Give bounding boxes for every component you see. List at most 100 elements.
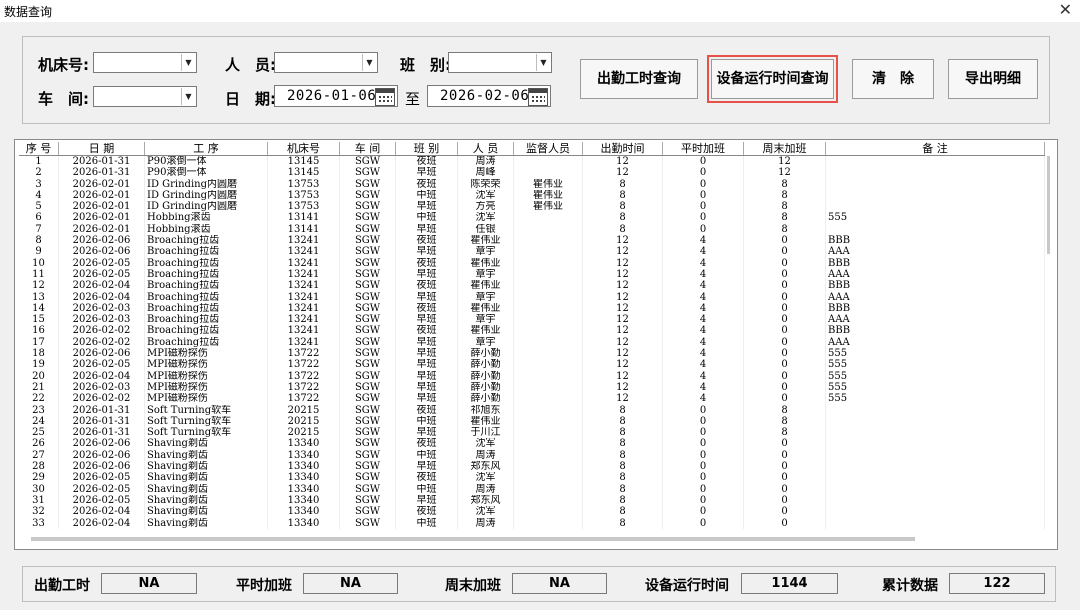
calendar-icon[interactable] (528, 88, 548, 106)
table-row[interactable]: 2 2026-01-31 P90滚倒一体 13145 SGW 早班 周峰 12 0 12 (19, 167, 1045, 179)
chevron-down-icon[interactable]: ▼ (181, 88, 195, 105)
column-header[interactable]: 车 间 (340, 142, 396, 155)
column-header[interactable]: 平时加班 (663, 142, 744, 155)
table-row[interactable]: 5 2026-02-01 ID Grinding内圆磨 13753 SGW 早班 方亮 瞿伟业… (19, 201, 1045, 213)
table-cell: 12 (583, 348, 663, 360)
table-cell: Broaching拉齿 (145, 257, 268, 269)
table-row[interactable]: 8 2026-02-06 Broaching拉齿 13241 SGW 夜班 瞿伟业 12 4 0 B… (19, 235, 1045, 247)
table-row[interactable]: 27 2026-02-06 Shaving剃齿 13340 SGW 中班 周涛 8 0 0 (19, 449, 1045, 462)
table-cell: 13241 (268, 246, 340, 258)
vertical-scrollbar[interactable] (1045, 154, 1053, 534)
table-row[interactable]: 29 2026-02-05 Shaving剃齿 13340 SGW 夜班 沈军 8 0 0 (19, 472, 1045, 484)
column-header[interactable]: 序 号 (19, 142, 59, 155)
table-cell: MPI磁粉探伤 (145, 393, 268, 405)
table-cell: Shaving剃齿 (145, 438, 268, 450)
column-header[interactable]: 班 别 (396, 142, 458, 155)
attendance-query-button[interactable]: 出勤工时查询 (580, 59, 698, 99)
table-row[interactable]: 14 2026-02-03 Broaching拉齿 13241 SGW 夜班 瞿伟业 12 4 0… (19, 302, 1045, 315)
chevron-down-icon[interactable]: ▼ (536, 54, 550, 71)
table-row[interactable]: 33 2026-02-04 Shaving剃齿 13340 SGW 中班 周涛 8 0 0 (19, 517, 1045, 529)
table-cell: 13241 (268, 268, 340, 281)
table-cell: 8 (583, 494, 663, 507)
table-row[interactable]: 13 2026-02-04 Broaching拉齿 13241 SGW 早班 章宇 12 4 0 A… (19, 291, 1045, 303)
table-row[interactable]: 10 2026-02-05 Broaching拉齿 13241 SGW 夜班 瞿伟业 12 4 0… (19, 257, 1045, 269)
table-cell: 0 (744, 472, 826, 484)
table-cell: 0 (744, 336, 826, 349)
column-header[interactable]: 机床号 (268, 142, 340, 155)
table-cell (826, 156, 1045, 168)
column-header[interactable]: 出勤时间 (583, 142, 663, 155)
table-cell: 3 (19, 178, 59, 190)
chevron-down-icon[interactable]: ▼ (181, 54, 195, 71)
chevron-down-icon[interactable]: ▼ (362, 54, 376, 71)
table-row[interactable]: 25 2026-01-31 Soft Turning软车 20215 SGW 早班 于川江 8… (19, 427, 1045, 439)
table-cell: 12 (583, 336, 663, 349)
table-row[interactable]: 31 2026-02-05 Shaving剃齿 13340 SGW 早班 郑东风 8 0 0 (19, 494, 1045, 507)
calendar-icon[interactable] (375, 88, 395, 106)
shift-select[interactable]: ▼ (448, 52, 552, 73)
table-cell (514, 506, 583, 518)
column-header[interactable]: 监督人员 (514, 142, 583, 155)
table-cell: 2026-02-05 (59, 359, 145, 371)
table-cell: 0 (744, 370, 826, 382)
table-cell: MPI磁粉探伤 (145, 359, 268, 371)
table-row[interactable]: 16 2026-02-02 Broaching拉齿 13241 SGW 夜班 瞿伟业 12 4 0… (19, 325, 1045, 337)
table-cell: 2026-02-05 (59, 257, 145, 269)
table-row[interactable]: 1 2026-01-31 P90滚倒一体 13145 SGW 夜班 周涛 12 0 12 (19, 156, 1045, 168)
table-cell: 沈军 (458, 189, 514, 202)
table-cell (826, 223, 1045, 236)
table-row[interactable]: 15 2026-02-03 Broaching拉齿 13241 SGW 早班 章宇 12 4 0 A… (19, 314, 1045, 326)
table-row[interactable]: 4 2026-02-01 ID Grinding内圆磨 13753 SGW 中班 沈军 瞿伟业… (19, 189, 1045, 202)
table-cell: 周涛 (458, 449, 514, 462)
table-cell: SGW (340, 314, 396, 326)
column-header[interactable]: 备 注 (826, 142, 1045, 155)
column-header[interactable]: 工 序 (145, 142, 268, 155)
table-row[interactable]: 18 2026-02-06 MPI磁粉探伤 13722 SGW 早班 薛小勤 12 4 0 555 (19, 348, 1045, 360)
table-cell: 13722 (268, 370, 340, 382)
table-row[interactable]: 24 2026-01-31 Soft Turning软车 20215 SGW 中班 瞿伟业 8… (19, 415, 1045, 428)
table-cell: 夜班 (396, 325, 458, 337)
table-row[interactable]: 22 2026-02-02 MPI磁粉探伤 13722 SGW 早班 薛小勤 12 4 0 555 (19, 393, 1045, 405)
table-row[interactable]: 23 2026-01-31 Soft Turning软车 20215 SGW 夜班 祁旭东 8… (19, 404, 1045, 416)
table-cell: 8 (583, 404, 663, 416)
table-cell: 郑东风 (458, 494, 514, 507)
table-cell: SGW (340, 348, 396, 360)
machine-select[interactable]: ▼ (93, 52, 197, 73)
table-row[interactable]: 32 2026-02-04 Shaving剃齿 13340 SGW 夜班 沈军 8 0 0 (19, 506, 1045, 518)
table-row[interactable]: 12 2026-02-04 Broaching拉齿 13241 SGW 夜班 瞿伟业 12 4 0… (19, 280, 1045, 292)
table-cell: 2026-02-03 (59, 314, 145, 326)
table-cell (514, 291, 583, 303)
table-row[interactable]: 28 2026-02-06 Shaving剃齿 13340 SGW 早班 郑东风 8 0 0 (19, 461, 1045, 473)
table-row[interactable]: 17 2026-02-02 Broaching拉齿 13241 SGW 早班 章宇 12 4 0 A… (19, 336, 1045, 349)
weekday-ot-label: 平时加班 (236, 578, 292, 594)
table-row[interactable]: 7 2026-02-01 Hobbing滚齿 13141 SGW 早班 任银 8 0 8 (19, 223, 1045, 236)
table-row[interactable]: 11 2026-02-05 Broaching拉齿 13241 SGW 早班 章宇 12 4 0 A… (19, 268, 1045, 281)
workshop-select[interactable]: ▼ (93, 86, 197, 107)
table-row[interactable]: 9 2026-02-06 Broaching拉齿 13241 SGW 早班 章宇 12 4 0 AA… (19, 246, 1045, 258)
table-cell: 12 (583, 381, 663, 394)
table-row[interactable]: 30 2026-02-05 Shaving剃齿 13340 SGW 中班 周涛 8 0 0 (19, 483, 1045, 495)
column-header[interactable]: 人 员 (458, 142, 514, 155)
staff-select[interactable]: ▼ (274, 52, 378, 73)
horizontal-scrollbar[interactable] (31, 537, 915, 541)
data-grid[interactable]: 序 号日 期工 序机床号车 间班 别人 员监督人员 出勤时间 平时加班 周末加班备 注… (14, 139, 1058, 550)
table-row[interactable]: 6 2026-02-01 Hobbing滚齿 13141 SGW 中班 沈军 8 0 8 555 (19, 212, 1045, 224)
table-cell: 13241 (268, 314, 340, 326)
table-row[interactable]: 26 2026-02-06 Shaving剃齿 13340 SGW 夜班 沈军 8 0 0 (19, 438, 1045, 450)
table-row[interactable]: 21 2026-02-03 MPI磁粉探伤 13722 SGW 早班 薛小勤 12 4 0 555 (19, 381, 1045, 394)
column-header[interactable]: 日 期 (59, 142, 145, 155)
clear-button[interactable]: 清 除 (852, 59, 934, 99)
export-button[interactable]: 导出明细 (948, 59, 1038, 99)
table-row[interactable]: 20 2026-02-04 MPI磁粉探伤 13722 SGW 早班 薛小勤 12 4 0 555 (19, 370, 1045, 382)
table-cell: 0 (744, 302, 826, 315)
column-header[interactable]: 周末加班 (744, 142, 826, 155)
close-icon[interactable]: ✕ (1059, 0, 1072, 19)
table-cell: 13241 (268, 325, 340, 337)
table-cell: 0 (744, 291, 826, 303)
table-cell: Shaving剃齿 (145, 449, 268, 462)
runtime-query-button[interactable]: 设备运行时间查询 (707, 55, 838, 103)
table-cell (514, 461, 583, 473)
table-row[interactable]: 19 2026-02-05 MPI磁粉探伤 13722 SGW 早班 薛小勤 12 4 0 555 (19, 359, 1045, 371)
table-row[interactable]: 3 2026-02-01 ID Grinding内圆磨 13753 SGW 夜班 陈荣荣 瞿伟… (19, 178, 1045, 190)
table-cell: 2026-02-04 (59, 280, 145, 292)
